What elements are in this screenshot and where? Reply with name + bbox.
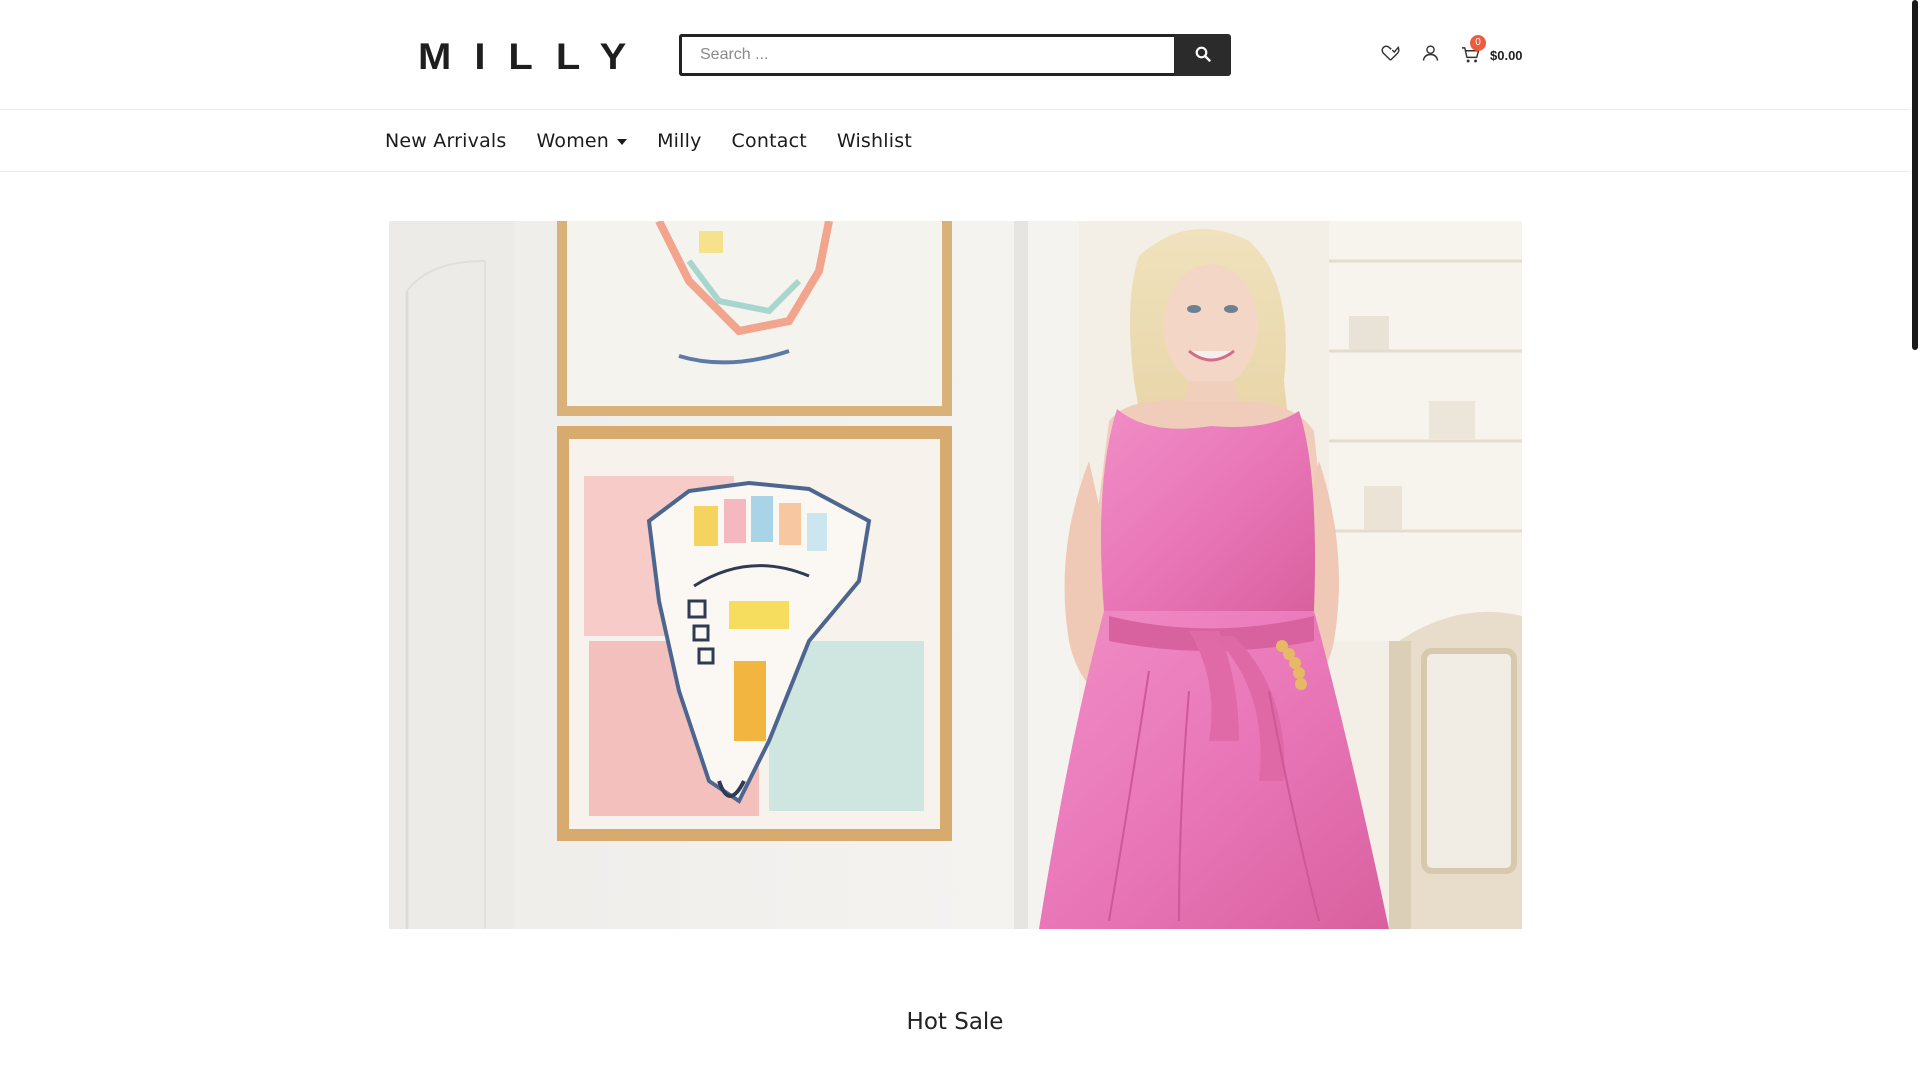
cart-link[interactable]: 0 $0.00 [1458, 35, 1523, 67]
page: MILLY Search ... 0 $0.00 New Arrivals Wo… [0, 0, 1920, 1080]
caret-down-icon [617, 138, 628, 145]
nav-item-wishlist[interactable]: Wishlist [837, 130, 912, 152]
site-header: MILLY Search ... 0 $0.00 [0, 0, 1910, 110]
heart-icon [1381, 44, 1400, 67]
main-navigation: New Arrivals Women Milly Contact Wishlis… [0, 110, 1910, 172]
nav-item-label: Women [536, 129, 610, 152]
page-scrollbar[interactable] [1910, 0, 1920, 1080]
nav-item-label: New Arrivals [385, 129, 507, 152]
section-title: Hot Sale [906, 1009, 1004, 1036]
nav-item-label: Contact [731, 129, 807, 152]
nav-item-label: Milly [657, 129, 702, 152]
hero-image [389, 221, 1522, 929]
nav-item-new-arrivals[interactable]: New Arrivals [385, 130, 507, 152]
user-icon [1422, 44, 1439, 67]
search-icon [1195, 46, 1211, 65]
cart-count-badge: 0 [1470, 35, 1486, 51]
search-form [679, 34, 1231, 76]
brand-logo[interactable]: MILLY [418, 35, 649, 79]
cart-total: $0.00 [1490, 47, 1523, 63]
header-actions: 0 $0.00 [1378, 35, 1523, 68]
hero-banner[interactable] [389, 221, 1522, 929]
nav-menu: New Arrivals Women Milly Contact Wishlis… [385, 110, 942, 171]
search-input[interactable] [679, 34, 1174, 76]
nav-item-label: Wishlist [836, 129, 912, 152]
search-button[interactable] [1174, 34, 1231, 76]
nav-item-milly[interactable]: Milly [657, 130, 701, 152]
wishlist-link[interactable] [1378, 43, 1402, 67]
account-link[interactable] [1418, 43, 1442, 67]
nav-item-contact[interactable]: Contact [732, 130, 807, 152]
scrollbar-thumb[interactable] [1912, 0, 1918, 350]
nav-item-women[interactable]: Women [537, 130, 628, 152]
